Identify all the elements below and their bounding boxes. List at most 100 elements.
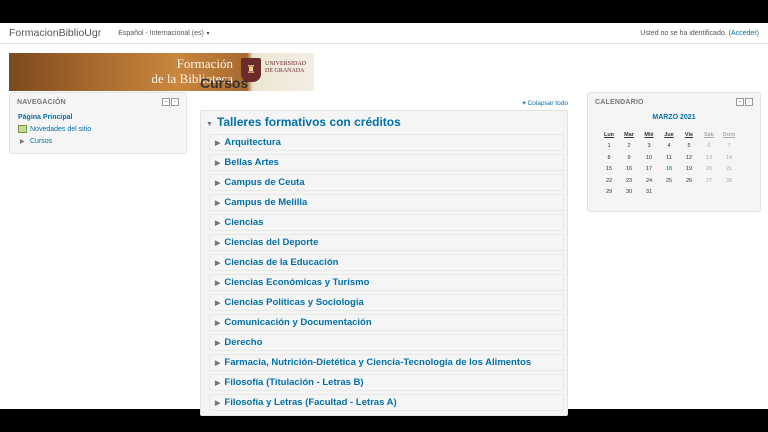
navigation-block: NAVEGACIÓN – ▫ Página Principal Novedade… [9, 92, 187, 154]
calendar-day[interactable]: 21 [719, 164, 739, 176]
subcategory-item[interactable]: ▶ Ciencias Políticas y Sociología [209, 294, 564, 311]
calendar-day[interactable]: 12 [679, 152, 699, 164]
calendar-day[interactable]: 30 [619, 187, 639, 199]
calendar-month-link[interactable]: MARZO 2021 [588, 114, 760, 121]
calendar-day [679, 187, 699, 199]
subcategory-item[interactable]: ▶ Bellas Artes [209, 154, 564, 171]
dock-icon[interactable]: ▫ [745, 98, 753, 106]
nav-item-news-label: Novedades del sitio [30, 126, 92, 133]
calendar-day[interactable]: 15 [599, 164, 619, 176]
calendar-day[interactable]: 2 [619, 141, 639, 153]
calendar-day[interactable]: 26 [679, 175, 699, 187]
subcategory-item[interactable]: ▶ Ciencias del Deporte [209, 234, 564, 251]
nav-item-news[interactable]: Novedades del sitio [18, 124, 178, 136]
minimize-icon[interactable]: – [736, 98, 744, 106]
calendar-day[interactable]: 29 [599, 187, 619, 199]
triangle-right-icon: ▶ [215, 279, 221, 287]
nav-item-courses[interactable]: ▶ Cursos [18, 136, 178, 148]
subcategory-item[interactable]: ▶ Campus de Melilla [209, 194, 564, 211]
login-link[interactable]: Acceder [731, 30, 757, 37]
subcategory-item[interactable]: ▶ Ciencias [209, 214, 564, 231]
triangle-right-icon: ▶ [215, 159, 221, 167]
subcategory-item[interactable]: ▶ Filosofía y Letras (Facultad - Letras A… [209, 394, 564, 411]
page-title: Cursos [200, 75, 249, 91]
site-brand-link[interactable]: FormacionBiblioUgr [9, 27, 101, 39]
calendar-day[interactable]: 1 [599, 141, 619, 153]
subcategory-label: Comunicación y Documentación [224, 317, 372, 328]
weekday-header: Sáb [703, 131, 715, 138]
calendar-day[interactable]: 22 [599, 175, 619, 187]
triangle-right-icon: ▶ [215, 179, 221, 187]
category-title: Talleres formativos con créditos [216, 115, 401, 129]
category-header[interactable]: ▼ Talleres formativos con créditos [206, 115, 564, 129]
weekday-header: Dom [722, 131, 736, 138]
subcategory-item[interactable]: ▶ Ciencias Económicas y Turismo [209, 274, 564, 291]
subcategory-label: Derecho [224, 337, 263, 348]
calendar-day[interactable]: 25 [659, 175, 679, 187]
calendar-day[interactable]: 24 [639, 175, 659, 187]
weekday-header: Mié [644, 131, 654, 138]
subcategory-label: Arquitectura [224, 137, 281, 148]
subcategory-item[interactable]: ▶ Farmacia, Nutrición-Dietética y Ciencia… [209, 354, 564, 371]
subcategory-item[interactable]: ▶ Ciencias de la Educación [209, 254, 564, 271]
triangle-right-icon: ▶ [215, 219, 221, 227]
subcategory-label: Filosofía (Titulación - Letras B) [224, 377, 364, 388]
calendar-day[interactable]: 5 [679, 141, 699, 153]
weekday-header: Jue [664, 131, 674, 138]
nav-item-home[interactable]: Página Principal [18, 112, 178, 124]
calendar-day[interactable]: 9 [619, 152, 639, 164]
subcategory-label: Campus de Melilla [224, 197, 308, 208]
calendar-day[interactable]: 7 [719, 141, 739, 153]
ugr-line2: DE GRANADA [265, 68, 305, 74]
calendar-day[interactable]: 23 [619, 175, 639, 187]
calendar-day[interactable]: 27 [699, 175, 719, 187]
calendar-day[interactable]: 17 [639, 164, 659, 176]
calendar-day[interactable]: 19 [679, 164, 699, 176]
subcategory-item[interactable]: ▶ Arquitectura [209, 134, 564, 151]
block-controls: – ▫ [162, 98, 179, 106]
calendar-day[interactable]: 11 [659, 152, 679, 164]
university-logo-text: UNIVERSIDAD DE GRANADA [265, 61, 306, 75]
language-label: Español - Internacional (es) [118, 29, 204, 37]
navigation-header: NAVEGACIÓN – ▫ [10, 93, 186, 111]
calendar-day[interactable]: 18 [659, 164, 679, 176]
subcategory-label: Farmacia, Nutrición-Dietética y Ciencia-… [224, 357, 532, 368]
triangle-right-icon: ▶ [215, 359, 221, 367]
dock-icon[interactable]: ▫ [171, 98, 179, 106]
subcategory-label: Ciencias del Deporte [224, 237, 319, 248]
collapse-all-label: Colapsar todo [527, 100, 568, 107]
calendar-day[interactable]: 3 [639, 141, 659, 153]
triangle-right-icon: ▶ [215, 299, 221, 307]
nav-item-courses-label: Cursos [30, 138, 53, 145]
triangle-right-icon: ▶ [215, 239, 221, 247]
navigation-title: NAVEGACIÓN [17, 98, 66, 106]
language-menu[interactable]: Español - Internacional (es) ▾ [118, 30, 209, 37]
subcategory-label: Ciencias Políticas y Sociología [224, 297, 364, 308]
calendar-day[interactable]: 10 [639, 152, 659, 164]
collapse-all-link[interactable]: ▾ Colapsar todo [200, 99, 568, 107]
subcategory-list: ▶ Arquitectura ▶ Bellas Artes ▶ Campus de Ceu… [204, 134, 564, 411]
subcategory-item[interactable]: ▶ Comunicación y Documentación [209, 314, 564, 331]
calendar-grid: Lun Mar Mié Jue Vie Sáb Dom 1 2 3 4 5 6 7 8 9 10 11 12 13 1… [599, 129, 739, 198]
subcategory-item[interactable]: ▶ Derecho [209, 334, 564, 351]
calendar-day[interactable]: 13 [699, 152, 719, 164]
block-controls: – ▫ [736, 98, 753, 106]
subcategory-label: Ciencias [224, 217, 264, 228]
triangle-right-icon: ▶ [215, 199, 221, 207]
subcategory-item[interactable]: ▶ Campus de Ceuta [209, 174, 564, 191]
subcategory-item[interactable]: ▶ Filosofía (Titulación - Letras B) [209, 374, 564, 391]
calendar-day[interactable]: 6 [699, 141, 719, 153]
subcategory-label: Ciencias de la Educación [224, 257, 339, 268]
calendar-day[interactable]: 20 [699, 164, 719, 176]
calendar-day[interactable]: 4 [659, 141, 679, 153]
triangle-down-icon: ▼ [206, 121, 213, 128]
calendar-title: CALENDARIO [595, 98, 644, 106]
calendar-day[interactable]: 31 [639, 187, 659, 199]
calendar-day[interactable]: 14 [719, 152, 739, 164]
calendar-day [659, 187, 679, 199]
calendar-day[interactable]: 8 [599, 152, 619, 164]
calendar-day[interactable]: 28 [719, 175, 739, 187]
minimize-icon[interactable]: – [162, 98, 170, 106]
calendar-day [719, 187, 739, 199]
calendar-day[interactable]: 16 [619, 164, 639, 176]
